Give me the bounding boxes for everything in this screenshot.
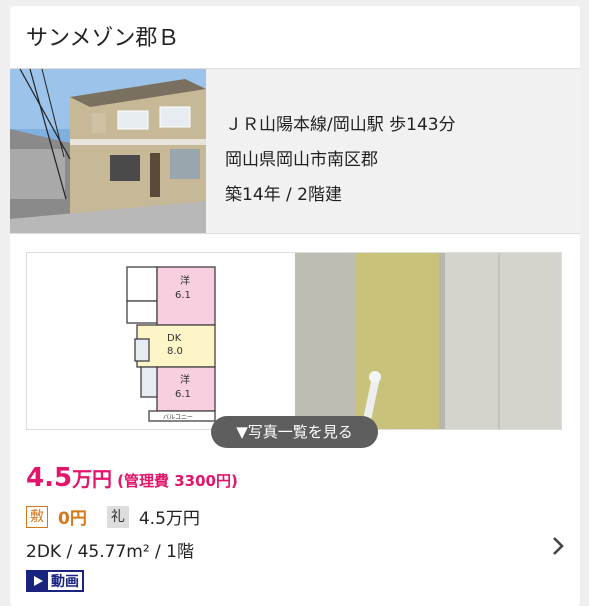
property-summary[interactable]: ＪＲ山陽本線/岡山駅 歩143分 岡山県岡山市南区郡 築14年 / 2階建: [10, 69, 580, 233]
deposit-key-money: 敷 0円 礼 4.5万円: [26, 504, 200, 529]
room2-label: 洋: [180, 373, 190, 386]
deposit-badge: 敷: [26, 505, 48, 528]
room2-size: 6.1: [175, 389, 191, 400]
property-name: サンメゾン郡Ｂ: [26, 26, 180, 51]
deposit-value: 0円: [58, 509, 87, 529]
video-badge[interactable]: 動画: [26, 570, 84, 592]
chevron-right-icon[interactable]: [548, 534, 568, 558]
rent-number: 4.5: [26, 463, 73, 493]
key-money-badge: 礼: [106, 505, 129, 528]
video-label: 動画: [51, 574, 79, 590]
address: 岡山県岡山市南区郡: [225, 150, 378, 170]
floorplan-image[interactable]: 洋 6.1 DK 8.0 洋 6.1 バルコニー: [27, 253, 295, 429]
view-photos-button[interactable]: ▼写真一覧を見る: [211, 416, 378, 448]
building-thumbnail[interactable]: [10, 69, 206, 233]
room1-label: 洋: [180, 274, 190, 287]
balcony-label: バルコニー: [163, 414, 193, 421]
dk-size: 8.0: [167, 346, 183, 357]
photo-gallery[interactable]: 洋 6.1 DK 8.0 洋 6.1 バルコニー: [26, 252, 562, 430]
property-card[interactable]: サンメゾン郡Ｂ ＪＲ山陽本線/岡山駅 歩143分 岡山県岡山市南区郡 築14年 …: [10, 6, 580, 606]
rent-price: 4.5万円 (管理費 3300円): [26, 463, 238, 493]
access-info: ＪＲ山陽本線/岡山駅 歩143分: [225, 115, 456, 135]
layout-size-floor: 2DK / 45.77m² / 1階: [26, 542, 194, 562]
room-photo[interactable]: [295, 253, 561, 429]
key-money-value: 4.5万円: [138, 509, 200, 529]
rent-unit: 万円: [72, 467, 113, 491]
play-icon: [28, 572, 48, 590]
age-floors: 築14年 / 2階建: [225, 185, 342, 205]
dk-label: DK: [167, 333, 182, 344]
room1-size: 6.1: [175, 290, 191, 301]
divider: [10, 233, 580, 234]
management-fee: (管理費 3300円): [117, 472, 238, 490]
